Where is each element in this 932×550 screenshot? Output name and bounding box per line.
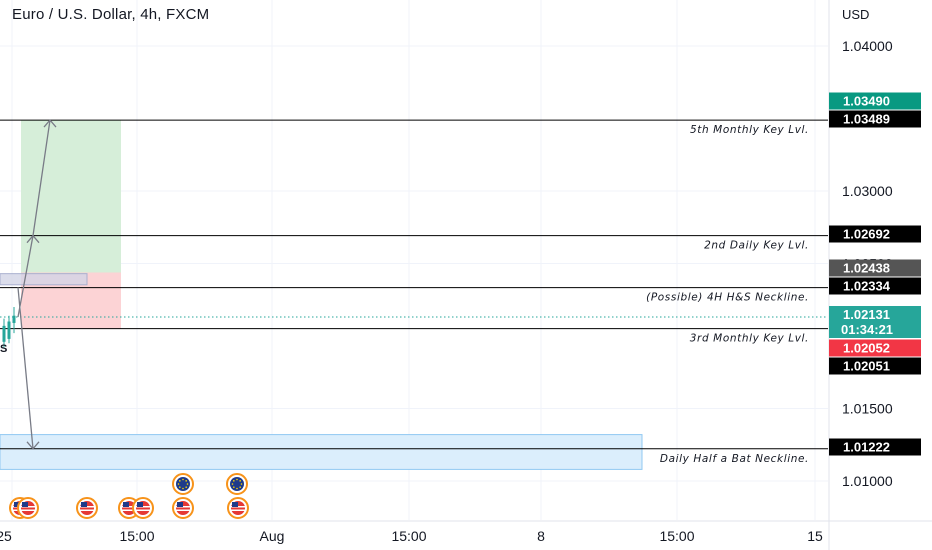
time-axis[interactable]: 25 15:00 Aug 15:00 8 15:00 15	[0, 520, 932, 544]
target-zone	[21, 120, 121, 273]
eu-flag-icon[interactable]	[226, 473, 248, 495]
zones	[0, 120, 643, 470]
eu-star	[231, 483, 234, 485]
price-tag-label: 1.02438	[843, 261, 890, 276]
us-flag-icon[interactable]	[132, 497, 154, 519]
key-level-label: 2nd Daily Key Lvl.	[704, 240, 809, 252]
us-canton	[81, 502, 87, 507]
price-tag-label: 1.02052	[843, 341, 890, 356]
y-tick-label: 1.04000	[842, 38, 893, 54]
y-tick-label: 1.01500	[842, 401, 893, 417]
currency-label: USD	[842, 7, 869, 22]
us-canton	[123, 502, 129, 507]
price-tag-label: 1.02334	[843, 279, 891, 294]
x-tick-label: 25	[0, 528, 12, 544]
eu-flag-icon[interactable]	[172, 473, 194, 495]
x-tick-label: 15:00	[119, 528, 154, 544]
partial-label: S	[0, 343, 7, 355]
countdown-label: 01:34:21	[841, 322, 893, 337]
chart-canvas[interactable]: 5th Monthly Key Lvl. 2nd Daily Key Lvl. (P…	[0, 0, 932, 550]
candle-body	[12, 315, 16, 323]
price-tag-label: 1.03489	[843, 112, 890, 127]
x-tick-label: 15:00	[659, 528, 694, 544]
us-canton	[177, 502, 183, 507]
eu-star	[182, 478, 184, 481]
us-flag-icon[interactable]	[76, 497, 98, 519]
horizontal-levels[interactable]: 5th Monthly Key Lvl. 2nd Daily Key Lvl. (P…	[0, 119, 828, 465]
eu-star	[179, 480, 181, 482]
eu-star	[185, 486, 187, 488]
eu-star	[233, 486, 235, 488]
us-stripe	[176, 509, 190, 511]
eu-star	[239, 480, 241, 482]
key-level-label: 5th Monthly Key Lvl.	[690, 124, 809, 136]
price-tag-label: 1.03490	[843, 94, 890, 109]
price-tag-label: 1.02051	[843, 359, 890, 374]
eu-star	[179, 486, 181, 488]
y-tick-label: 1.03000	[842, 183, 893, 199]
price-tag-label: 1.02692	[843, 227, 890, 242]
chart-title: Euro / U.S. Dollar, 4h, FXCM	[12, 6, 210, 23]
x-tick-label: 15	[807, 528, 823, 544]
eu-star	[239, 486, 241, 488]
us-flag-icon[interactable]	[17, 497, 39, 519]
x-tick-label: Aug	[260, 528, 285, 544]
us-stripe	[231, 509, 245, 511]
us-stripe	[21, 509, 35, 511]
price-tag-label: 1.02131	[843, 307, 890, 322]
eu-star	[185, 480, 187, 482]
us-canton	[137, 502, 143, 507]
key-level-label: Daily Half a Bat Neckline.	[660, 453, 809, 465]
key-level-label: 3rd Monthly Key Lvl.	[690, 333, 809, 345]
price-tag-label: 1.01222	[843, 440, 890, 455]
eu-star	[236, 487, 238, 490]
eu-star	[236, 478, 238, 481]
daily-half-bat-zone[interactable]	[0, 434, 643, 470]
eu-star	[182, 487, 184, 490]
eu-star	[240, 483, 243, 485]
us-canton	[22, 502, 28, 507]
eu-star	[186, 483, 189, 485]
us-stripe	[80, 509, 94, 511]
candles: S	[0, 307, 16, 355]
us-canton	[232, 502, 238, 507]
candle-body	[7, 321, 11, 339]
candle-body	[2, 325, 6, 342]
us-flag-icon[interactable]	[227, 497, 249, 519]
y-tick-label: 1.01000	[842, 473, 893, 489]
eu-star	[233, 480, 235, 482]
neckline-zone[interactable]	[0, 273, 88, 286]
key-level-label: (Possible) 4H H&S Neckline.	[646, 292, 809, 304]
eu-star	[177, 483, 180, 485]
x-tick-label: 8	[537, 528, 545, 544]
us-flag-icon[interactable]	[172, 497, 194, 519]
x-tick-label: 15:00	[391, 528, 426, 544]
us-stripe	[136, 509, 150, 511]
